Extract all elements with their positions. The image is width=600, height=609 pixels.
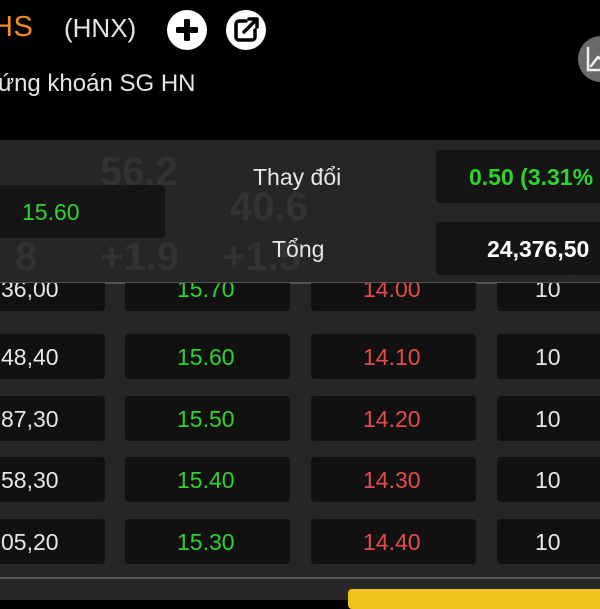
last-price-value: 15.60	[22, 199, 80, 225]
quote-panel: 8 +1.9 +1.5 40.6 56.2 9 56.2 5 15.60 Tha…	[0, 140, 600, 600]
ask-price-cell[interactable]: 14.30	[311, 457, 476, 502]
volume-cell: 05,20	[0, 519, 105, 564]
ask-price-value: 14.20	[363, 406, 421, 432]
volume-cell: 36,00	[0, 283, 105, 311]
add-watchlist-button[interactable]	[167, 10, 207, 50]
bid-price-cell[interactable]: 15.60	[125, 334, 290, 379]
add-icon	[176, 19, 198, 41]
order-book-row: 36,00 15.70 14.00 10	[0, 283, 600, 311]
stock-header: HS (HNX) ứng khoán SG HN	[0, 0, 600, 140]
volume-cell: 87,30	[0, 396, 105, 441]
bid-price-cell[interactable]: 15.30	[125, 519, 290, 564]
volume-value: 58,30	[1, 467, 59, 493]
quantity-value: 10	[535, 283, 561, 302]
share-icon	[234, 17, 259, 42]
volume-cell: 58,30	[0, 457, 105, 502]
bid-price-cell[interactable]: 15.40	[125, 457, 290, 502]
ask-price-value: 14.00	[363, 283, 421, 302]
quantity-cell: 10	[497, 334, 600, 379]
total-label: Tổng	[272, 236, 325, 262]
bid-price-value: 15.70	[177, 283, 235, 302]
company-name: ứng khoán SG HN	[0, 70, 196, 97]
change-label: Thay đổi	[253, 164, 342, 190]
bid-price-cell[interactable]: 15.50	[125, 396, 290, 441]
share-button[interactable]	[226, 10, 266, 50]
bid-price-value: 15.30	[177, 529, 235, 555]
quantity-cell: 10	[497, 396, 600, 441]
quantity-value: 10	[535, 467, 561, 493]
chart-button[interactable]	[578, 36, 600, 82]
volume-value: 36,00	[1, 283, 59, 302]
order-book-row: 87,30 15.50 14.20 10	[0, 396, 600, 441]
quantity-value: 10	[535, 529, 561, 555]
ask-price-cell[interactable]: 14.40	[311, 519, 476, 564]
quantity-value: 10	[535, 344, 561, 370]
divider-bottom	[0, 577, 600, 579]
ask-price-cell[interactable]: 14.20	[311, 396, 476, 441]
ask-price-cell[interactable]: 14.00	[311, 283, 476, 311]
total-value: 24,376,50	[487, 236, 590, 262]
quantity-value: 10	[535, 406, 561, 432]
ask-price-value: 14.30	[363, 467, 421, 493]
order-book-row: 05,20 15.30 14.40 10	[0, 519, 600, 564]
volume-value: 05,20	[1, 529, 59, 555]
bid-price-cell[interactable]: 15.70	[125, 283, 290, 311]
ask-price-value: 14.40	[363, 529, 421, 555]
quantity-cell: 10	[497, 457, 600, 502]
quantity-cell: 10	[497, 283, 600, 311]
volume-cell: 48,40	[0, 334, 105, 379]
volume-value: 48,40	[1, 344, 59, 370]
volume-value: 87,30	[1, 406, 59, 432]
change-value: 0.50 (3.31%	[469, 164, 594, 190]
quantity-cell: 10	[497, 519, 600, 564]
ask-price-cell[interactable]: 14.10	[311, 334, 476, 379]
stock-symbol: HS	[0, 11, 34, 43]
order-book-row: 48,40 15.60 14.10 10	[0, 334, 600, 379]
bid-price-value: 15.60	[177, 344, 235, 370]
ask-price-value: 14.10	[363, 344, 421, 370]
trade-action-button[interactable]	[348, 589, 600, 609]
exchange-label: (HNX)	[64, 13, 137, 43]
bid-price-value: 15.50	[177, 406, 235, 432]
order-book-row: 58,30 15.40 14.30 10	[0, 457, 600, 502]
bid-price-value: 15.40	[177, 467, 235, 493]
chart-icon	[586, 46, 600, 72]
order-book: 36,00 15.70 14.00 10 48,40 15.60 14.10 1…	[0, 283, 600, 583]
